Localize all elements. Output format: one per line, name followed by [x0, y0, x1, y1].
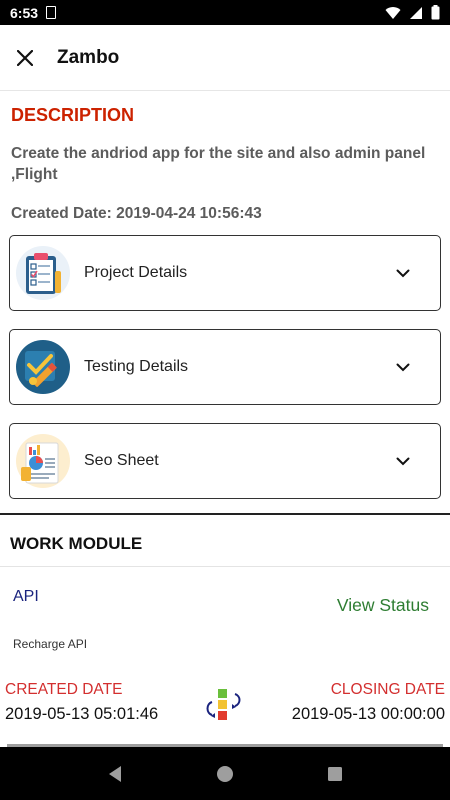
main-content[interactable]: DESCRIPTION Create the andriod app for t… [0, 92, 450, 747]
seo-sheet-label: Seo Sheet [84, 452, 159, 469]
page-title: Zambo [57, 46, 120, 68]
close-icon [17, 49, 33, 66]
status-bar: 6:53 [0, 0, 450, 25]
status-indicators [385, 5, 440, 20]
close-button[interactable] [0, 33, 50, 83]
view-status-button[interactable]: View Status [337, 595, 429, 616]
description-heading: DESCRIPTION [11, 105, 135, 125]
navigation-bar [0, 747, 450, 800]
signal-icon [410, 6, 422, 19]
sim-card-icon [46, 6, 57, 19]
description-text: Create the andriod app for the site and … [11, 145, 426, 183]
status-swap-icon [206, 689, 241, 720]
home-button[interactable] [205, 754, 245, 794]
recents-square-icon [328, 766, 342, 781]
seo-sheet-card[interactable]: Seo Sheet [9, 423, 441, 499]
work-module-heading: WORK MODULE [10, 534, 143, 553]
pencil-check-icon [16, 340, 70, 394]
clipboard-checklist-icon [16, 246, 70, 300]
module-subtitle: Recharge API [13, 637, 88, 651]
divider [0, 566, 450, 567]
app-bar: Zambo [0, 25, 450, 91]
back-triangle-icon [109, 765, 121, 782]
chevron-down-icon [394, 264, 412, 282]
home-circle-icon [217, 765, 233, 782]
battery-icon [431, 5, 440, 20]
created-date: Created Date: 2019-04-24 10:56:43 [11, 205, 262, 222]
status-time: 6:53 [10, 4, 39, 21]
recents-button[interactable] [315, 754, 355, 794]
chevron-down-icon [394, 358, 412, 376]
testing-details-card[interactable]: Testing Details [9, 329, 441, 405]
project-details-card[interactable]: Project Details [9, 235, 441, 311]
closing-date-label: CLOSING DATE [330, 681, 445, 698]
created-date-value: 2019-05-13 05:01:46 [5, 705, 159, 723]
chevron-down-icon [394, 452, 412, 470]
back-button[interactable] [95, 754, 135, 794]
wifi-icon [385, 6, 401, 19]
testing-details-label: Testing Details [84, 358, 189, 375]
section-divider [0, 513, 450, 515]
project-details-label: Project Details [84, 264, 188, 281]
report-charts-icon [16, 434, 70, 488]
module-name: API [13, 588, 39, 605]
created-date-label: CREATED DATE [5, 681, 123, 698]
closing-date-value: 2019-05-13 00:00:00 [291, 705, 445, 723]
